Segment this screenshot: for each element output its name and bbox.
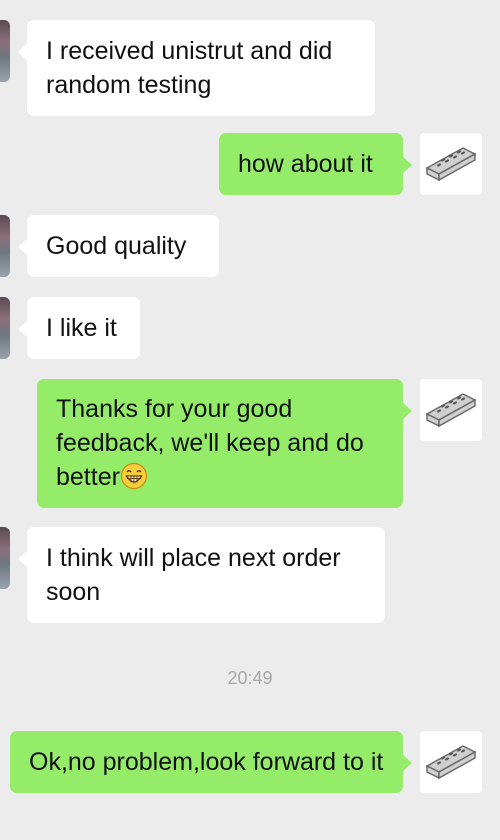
contact-avatar[interactable]: [0, 215, 10, 277]
message-bubble-outgoing[interactable]: Thanks for your good feedback, we'll kee…: [37, 379, 412, 508]
self-avatar[interactable]: [420, 133, 482, 195]
self-avatar[interactable]: [420, 379, 482, 441]
self-avatar[interactable]: [420, 731, 482, 793]
message-text: I think will place next order soon: [46, 544, 341, 606]
message-bubble-incoming[interactable]: I think will place next order soon: [18, 527, 385, 623]
message-bubble-outgoing[interactable]: Ok,no problem,look forward to it: [10, 731, 412, 793]
message-bubble-incoming[interactable]: Good quality: [18, 215, 219, 277]
contact-avatar[interactable]: [0, 297, 10, 359]
contact-avatar[interactable]: [0, 527, 10, 589]
message-bubble-incoming[interactable]: I received unistrut and did random testi…: [18, 20, 375, 116]
unistrut-product-icon: [425, 745, 477, 780]
contact-avatar[interactable]: [0, 20, 10, 82]
message-text: I received unistrut and did random testi…: [46, 37, 333, 99]
chat-timestamp: 20:49: [227, 668, 273, 688]
message-bubble-incoming[interactable]: I like it: [18, 297, 140, 359]
message-bubble-outgoing[interactable]: how about it: [219, 133, 412, 195]
message-text: Ok,no problem,look forward to it: [29, 748, 384, 776]
message-text: how about it: [238, 150, 373, 178]
unistrut-product-icon: [425, 147, 477, 182]
message-text: Good quality: [46, 232, 187, 260]
grinning-face-emoji: [120, 462, 148, 490]
message-text: I like it: [46, 314, 117, 342]
message-text: Thanks for your good feedback, we'll kee…: [56, 395, 364, 491]
unistrut-product-icon: [425, 393, 477, 428]
